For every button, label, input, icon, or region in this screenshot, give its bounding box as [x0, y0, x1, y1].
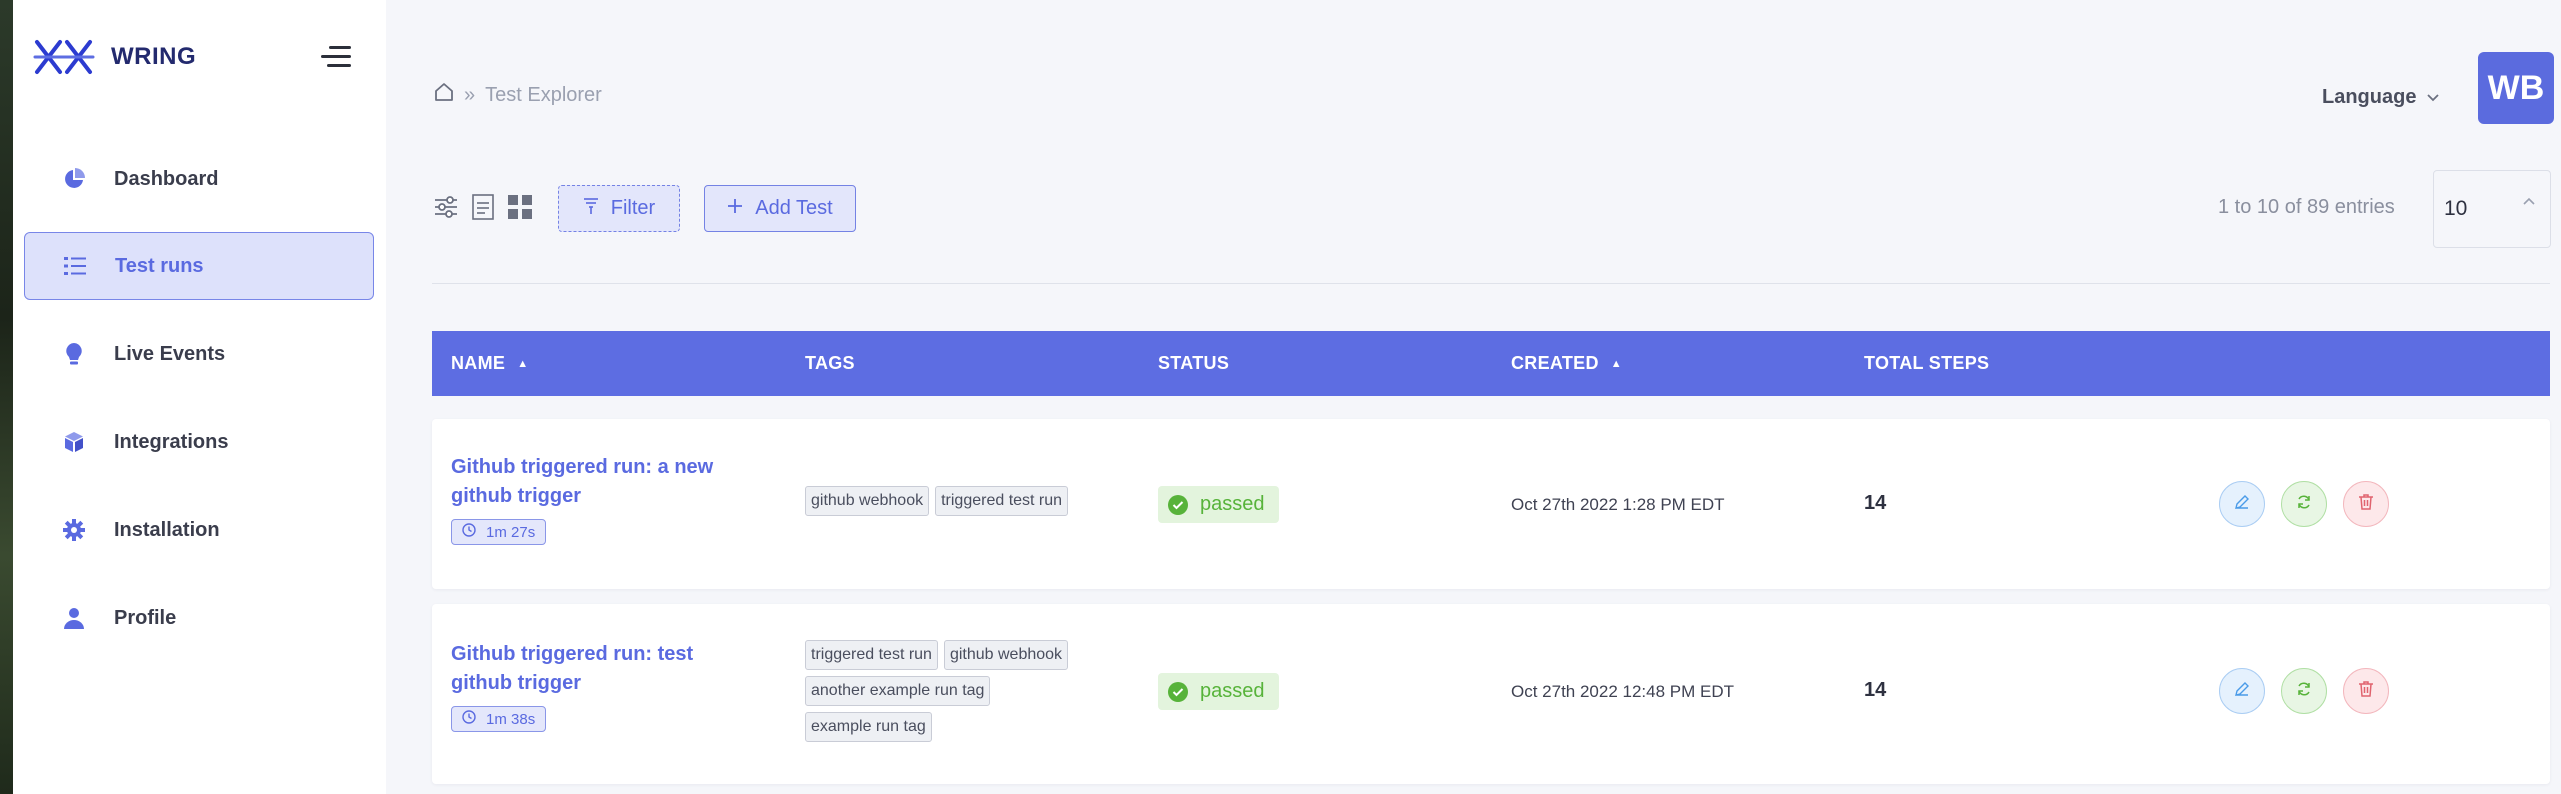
entries-count: 1 to 10 of 89 entries: [2218, 196, 2395, 218]
main-content: » Test Explorer Language WB Filter Add T…: [386, 0, 2561, 794]
tag: triggered test run: [935, 486, 1069, 516]
tag: github webhook: [805, 486, 930, 516]
status-badge: passed: [1158, 673, 1279, 710]
menu-toggle-icon[interactable]: [321, 46, 351, 70]
sidebar: WRING Dashboard Test runs Live Events In…: [13, 0, 386, 794]
pie-chart-icon: [24, 168, 114, 190]
table-row: Github triggered run: a new github trigg…: [432, 419, 2550, 589]
status-badge: passed: [1158, 486, 1279, 523]
check-circle-icon: [1168, 494, 1188, 515]
view-toggle-group: [434, 194, 532, 225]
duration-badge: 1m 27s: [451, 519, 547, 545]
clock-icon: [462, 710, 476, 728]
total-steps-cell: 14: [1864, 492, 1887, 514]
logo-text: WRING: [111, 43, 197, 70]
plus-icon: [727, 197, 743, 220]
status-cell: passed: [1158, 486, 1279, 523]
breadcrumb-current: Test Explorer: [485, 83, 602, 106]
cube-icon: [24, 431, 114, 453]
tag: another example run tag: [805, 676, 991, 706]
divider: [432, 283, 2550, 284]
pencil-icon: [2233, 680, 2251, 703]
filter-label: Filter: [610, 197, 656, 219]
test-name-link[interactable]: Github triggered run: a new github trigg…: [451, 453, 751, 511]
clock-icon: [462, 523, 476, 541]
filter-button[interactable]: Filter: [558, 185, 680, 232]
name-cell: Github triggered run: test github trigge…: [451, 640, 751, 732]
delete-button[interactable]: [2343, 481, 2389, 527]
delete-button[interactable]: [2343, 668, 2389, 714]
sort-asc-icon: ▲: [1610, 357, 1622, 370]
sidebar-item-label: Profile: [114, 606, 177, 629]
sidebar-item-label: Dashboard: [114, 167, 219, 190]
check-circle-icon: [1168, 681, 1188, 702]
pencil-icon: [2233, 493, 2251, 516]
wring-logo-icon: [33, 36, 95, 78]
name-cell: Github triggered run: a new github trigg…: [451, 453, 751, 545]
tags-cell: triggered test run github webhook anothe…: [805, 640, 1105, 742]
rerun-button[interactable]: [2281, 668, 2327, 714]
trash-icon: [2358, 493, 2374, 516]
gear-icon: [24, 519, 114, 541]
column-header-name[interactable]: NAME ▲: [451, 331, 528, 396]
sidebar-item-integrations[interactable]: Integrations: [24, 408, 374, 476]
language-label: Language: [2322, 86, 2417, 108]
test-name-link[interactable]: Github triggered run: test github trigge…: [451, 640, 751, 698]
sort-asc-icon: ▲: [517, 357, 529, 370]
column-header-created[interactable]: CREATED ▲: [1511, 331, 1622, 396]
edit-button[interactable]: [2219, 668, 2265, 714]
column-header-total-steps: TOTAL STEPS: [1864, 353, 1990, 373]
sidebar-item-profile[interactable]: Profile: [24, 584, 374, 652]
breadcrumb: » Test Explorer: [434, 82, 602, 108]
row-actions: [2219, 668, 2389, 714]
sidebar-item-label: Integrations: [114, 430, 229, 453]
bulb-icon: [24, 342, 114, 366]
trash-icon: [2358, 680, 2374, 703]
total-steps-cell: 14: [1864, 679, 1887, 701]
sidebar-item-dashboard[interactable]: Dashboard: [24, 145, 374, 213]
sidebar-item-installation[interactable]: Installation: [24, 496, 374, 564]
window-edge: [0, 0, 13, 794]
grid-view-icon[interactable]: [508, 195, 532, 224]
column-header-status: STATUS: [1158, 353, 1230, 373]
user-icon: [24, 607, 114, 629]
avatar[interactable]: WB: [2478, 52, 2554, 124]
sidebar-item-test-runs[interactable]: Test runs: [24, 232, 374, 300]
refresh-icon: [2295, 493, 2313, 516]
language-selector[interactable]: Language: [2322, 86, 2440, 109]
filter-icon: [583, 197, 599, 221]
tag: triggered test run: [805, 640, 938, 670]
created-cell: Oct 27th 2022 1:28 PM EDT: [1511, 495, 1725, 514]
status-cell: passed: [1158, 673, 1279, 710]
home-icon[interactable]: [434, 82, 454, 108]
tag: example run tag: [805, 712, 932, 742]
sidebar-item-live-events[interactable]: Live Events: [24, 320, 374, 388]
duration-badge: 1m 38s: [451, 706, 547, 732]
edit-button[interactable]: [2219, 481, 2265, 527]
tag: github webhook: [943, 640, 1069, 670]
sliders-icon[interactable]: [434, 195, 458, 224]
sidebar-item-label: Live Events: [114, 342, 226, 365]
sidebar-item-label: Installation: [114, 518, 220, 541]
column-header-tags: TAGS: [805, 353, 855, 373]
table-row: Github triggered run: test github trigge…: [432, 604, 2550, 784]
table-header: NAME ▲ TAGS STATUS CREATED ▲ TOTAL STEPS: [432, 331, 2550, 396]
add-test-label: Add Test: [755, 197, 833, 219]
list-view-icon[interactable]: [472, 194, 494, 225]
breadcrumb-separator: »: [464, 83, 476, 106]
row-actions: [2219, 481, 2389, 527]
add-test-button[interactable]: Add Test: [704, 185, 856, 232]
created-cell: Oct 27th 2022 12:48 PM EDT: [1511, 682, 1735, 701]
refresh-icon: [2295, 680, 2313, 703]
chevron-up-icon: [2522, 193, 2536, 211]
rerun-button[interactable]: [2281, 481, 2327, 527]
tags-cell: github webhook triggered test run: [805, 486, 1105, 516]
page-size-select[interactable]: 10: [2433, 170, 2551, 248]
list-icon: [25, 256, 115, 276]
sidebar-item-label: Test runs: [115, 254, 204, 277]
chevron-down-icon: [2426, 86, 2440, 109]
logo[interactable]: WRING: [33, 36, 196, 78]
page-size-value: 10: [2444, 197, 2468, 220]
